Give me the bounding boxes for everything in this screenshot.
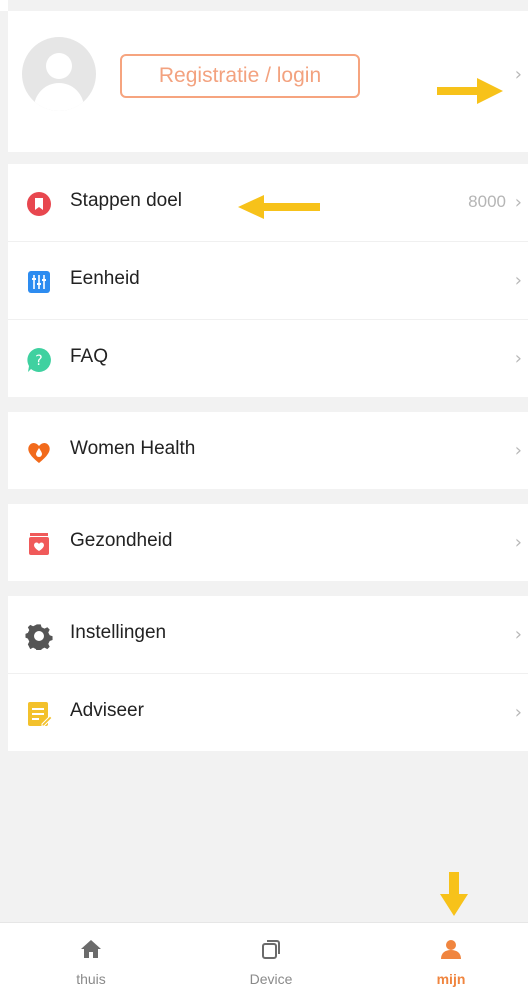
step-goal-value: 8000 (468, 192, 506, 211)
menu-group-3: Gezondheid › (8, 504, 528, 581)
feedback-note-icon (28, 702, 53, 727)
annotation-arrow-right-icon (437, 78, 503, 104)
annotation-arrow-down-icon (440, 872, 468, 916)
tab-device[interactable]: Device (183, 923, 359, 991)
menu-item-women-health[interactable]: Women Health › (8, 412, 528, 489)
chevron-right-icon: › (514, 532, 522, 553)
menu-item-health[interactable]: Gezondheid › (8, 504, 528, 581)
menu-item-settings[interactable]: Instellingen › (8, 596, 528, 674)
menu-item-units[interactable]: Eenheid › (8, 242, 528, 320)
annotation-arrow-left-icon (238, 195, 320, 219)
menu-item-label: Instellingen (70, 622, 167, 643)
chevron-right-icon: › (514, 270, 522, 291)
chevron-right-icon: › (514, 192, 522, 213)
avatar[interactable] (22, 37, 96, 111)
menu-item-label: Eenheid (70, 268, 140, 289)
tab-label: Device (249, 971, 293, 987)
settings-gear-icon (25, 624, 53, 650)
chevron-right-icon: › (514, 624, 522, 645)
units-icon (28, 271, 50, 293)
menu-group-4: Instellingen › Adviseer › (8, 596, 528, 751)
chevron-right-icon: › (514, 348, 522, 369)
menu-item-label: Women Health (70, 438, 196, 459)
step-goal-icon (27, 192, 51, 216)
tab-label: thuis (76, 971, 106, 987)
menu-item-label: Stappen doel (70, 190, 182, 211)
device-icon (262, 940, 280, 959)
tab-label: mijn (436, 971, 466, 987)
register-login-button[interactable]: Registratie / login (120, 54, 360, 98)
svg-text:?: ? (35, 353, 42, 369)
tab-mijn[interactable]: mijn (363, 923, 528, 991)
bottom-tab-bar: thuis Device mijn (0, 922, 528, 991)
health-icon (29, 533, 49, 555)
women-health-icon (28, 443, 50, 463)
tab-thuis[interactable]: thuis (3, 923, 179, 991)
menu-item-label: Adviseer (70, 700, 144, 721)
home-icon (81, 940, 101, 958)
menu-group-2: Women Health › (8, 412, 528, 489)
chevron-right-icon[interactable]: › (515, 64, 522, 85)
chevron-right-icon: › (514, 702, 522, 723)
menu-item-label: Gezondheid (70, 530, 173, 551)
profile-icon (441, 940, 461, 959)
top-spacer (0, 0, 528, 11)
chevron-right-icon: › (514, 440, 522, 461)
menu-item-advise[interactable]: Adviseer › (8, 674, 528, 751)
menu-item-faq[interactable]: ? FAQ › (8, 320, 528, 397)
menu-item-label: FAQ (70, 346, 109, 367)
faq-icon: ? (27, 348, 51, 372)
